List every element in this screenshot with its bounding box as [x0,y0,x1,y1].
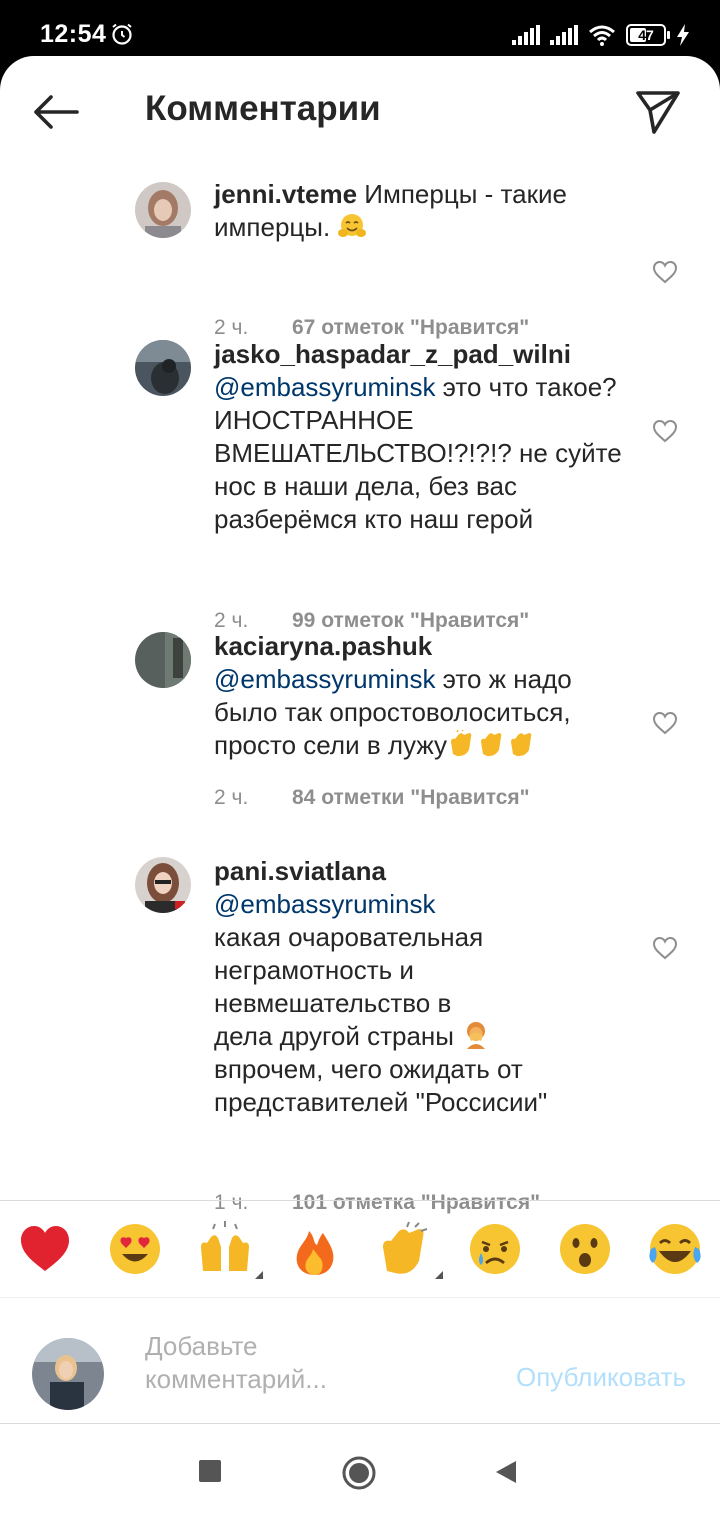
header: Комментарии [0,56,720,166]
comment-meta: 2 ч. 67 отметок "Нравится" [214,316,529,340]
alarm-icon [112,23,132,45]
mention-link[interactable]: @embassyruminsk [214,372,435,402]
paper-plane-icon [636,91,680,134]
system-nav-bar [0,1424,720,1520]
home-button[interactable] [341,1455,377,1491]
raising-hands-emoji[interactable] [197,1221,263,1279]
crying-face-emoji[interactable] [467,1221,523,1277]
comments-screen: Комментарии jenni.vteme Имперцы - такие … [0,56,720,1424]
avatar[interactable] [135,182,191,238]
page-title: Комментарии [145,89,381,128]
back-triangle-icon[interactable] [494,1459,518,1485]
avatar[interactable] [135,857,191,913]
hugging-face-emoji [338,214,367,237]
mention-link[interactable]: @embassyruminsk [214,664,435,694]
avatar [32,1338,104,1410]
arrow-left-icon [34,95,79,129]
wifi-icon [589,25,615,46]
charging-icon [677,24,689,46]
comment-input-bar: Добавьте комментарий... Опубликовать [0,1298,720,1424]
facepalm-emoji [467,1022,486,1049]
heart-icon[interactable] [652,260,678,284]
comment-likes[interactable]: 67 отметок "Нравится" [292,316,529,340]
battery-level: 47 [638,27,654,43]
heart-eyes-emoji[interactable] [107,1221,163,1277]
comment-time: 2 ч. [214,786,249,809]
clapping-hands-emoji[interactable] [377,1221,443,1279]
recent-apps-button[interactable] [199,1460,221,1482]
emoji-reaction-bar [0,1200,720,1298]
comment-text: какая очаровательная неграмотность и нев… [214,922,548,1117]
comment-username[interactable]: jasko_haspadar_z_pad_wilni [214,338,634,371]
heart-icon[interactable] [652,711,678,735]
heart-icon[interactable] [652,936,678,960]
battery-icon: 47 [626,24,670,46]
comment-username[interactable]: kaciaryna.pashuk [214,630,634,663]
astonished-face-emoji[interactable] [557,1221,613,1277]
clapping-hands-emoji [481,733,502,757]
tears-of-joy-emoji[interactable] [647,1221,703,1277]
heart-icon[interactable] [652,419,678,443]
publish-button[interactable]: Опубликовать [516,1362,686,1393]
share-button[interactable] [634,88,682,136]
clapping-hands-emoji [451,730,472,757]
comment-time: 2 ч. [214,316,249,339]
comment-username[interactable]: jenni.vteme [214,179,357,209]
red-heart-emoji[interactable] [17,1221,73,1277]
avatar[interactable] [135,340,191,396]
comment-input[interactable]: Добавьте комментарий... [145,1330,475,1396]
avatar[interactable] [135,632,191,688]
status-time: 12:54 [40,20,107,48]
comment-username[interactable]: pani.sviatlana [214,855,634,888]
status-bar: 12:54 47 [0,0,720,60]
signal-icon [550,25,578,45]
comment-likes[interactable]: 84 отметки "Нравится" [292,786,530,810]
signal-icon [512,25,540,45]
back-button[interactable] [30,90,80,134]
mention-link[interactable]: @embassyruminsk [214,888,634,921]
fire-emoji[interactable] [287,1221,343,1277]
clapping-hands-emoji [511,733,532,757]
comment-meta: 2 ч. 84 отметки "Нравится" [214,786,530,810]
